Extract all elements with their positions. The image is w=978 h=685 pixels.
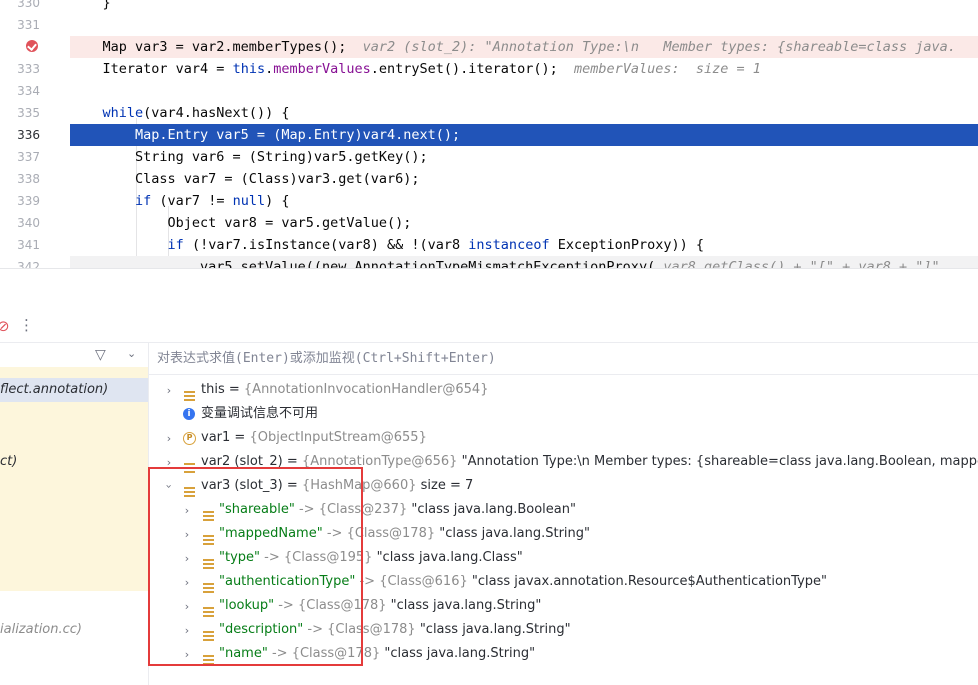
debug-toolbar: ⊘ ⋮ [0,269,978,343]
line-number: 339 [17,194,40,208]
line-gutter[interactable]: 330 331 333 334 335 336 337 338 339 340 … [0,0,70,268]
code-line: Object var8 = var5.getValue(); [70,215,412,231]
line-number: 335 [17,106,40,120]
variable-row-var1[interactable]: var1 = {ObjectInputStream@655} [201,426,427,450]
code-line: if (var7 != null) { [135,193,290,209]
info-icon: i [183,408,195,420]
chevron-right-icon[interactable]: › [163,432,175,445]
line-number: 333 [17,62,40,76]
code-line: if (!var7.isInstance(var8) && !(var8 ins… [167,237,705,253]
debug-panel: ⊘ ⋮ ▽ ⌄ flect.annotation) ct) ialization… [0,268,978,685]
line-number: 342 [17,260,40,268]
debug-info-unavailable: 变量调试信息不可用 [201,406,319,421]
line-number: 330 [17,0,40,10]
line-number: 338 [17,172,40,186]
code-line: Iterator var4 = this.memberValues.entryS… [70,61,761,77]
evaluate-expression-input[interactable]: 对表达式求值(Enter)或添加监视(Ctrl+Shift+Enter) [149,343,978,375]
code-line: var5.setValue((new AnnotationTypeMismatc… [70,256,978,268]
code-editor[interactable]: 330 331 333 334 335 336 337 338 339 340 … [0,0,978,268]
code-line-breakpoint: Map var3 = var2.memberTypes(); var2 (slo… [70,36,978,58]
more-vertical-icon[interactable]: ⋮ [19,316,34,334]
chevron-right-icon[interactable]: › [163,384,175,397]
code-line: } [70,0,111,11]
code-line: String var6 = (String)var5.getKey(); [70,149,428,165]
parameter-icon: P [183,432,196,445]
breakpoint-icon[interactable] [26,40,38,52]
field-icon [184,391,195,401]
frame-item[interactable]: ct) [0,450,148,474]
code-line: Class var7 = (Class)var3.get(var6); [70,171,420,187]
variable-row-this[interactable]: this = {AnnotationInvocationHandler@654} [201,378,488,402]
code-line-execution-point: Map.Entry var5 = (Map.Entry)var4.next(); [70,124,978,146]
line-number: 340 [17,216,40,230]
frames-list: ▽ ⌄ flect.annotation) ct) ialization.cc) [0,343,149,685]
line-number: 337 [17,150,40,164]
inline-debug-hint: var2 (slot_2): "Annotation Type:\n Membe… [362,39,956,55]
annotation-highlight-box [148,467,363,666]
frame-item[interactable]: ialization.cc) [0,618,148,642]
line-number: 334 [17,84,40,98]
mute-breakpoints-icon[interactable]: ⊘ [0,317,10,335]
line-number: 341 [17,238,40,252]
chevron-down-icon[interactable]: ⌄ [127,347,136,360]
line-number-current: 336 [17,128,40,142]
inline-debug-hint: memberValues: size = 1 [573,61,761,77]
frame-item-selected[interactable]: flect.annotation) [0,378,148,402]
line-number: 331 [17,18,40,32]
filter-icon[interactable]: ▽ [95,347,106,363]
code-line: while(var4.hasNext()) { [102,105,290,121]
